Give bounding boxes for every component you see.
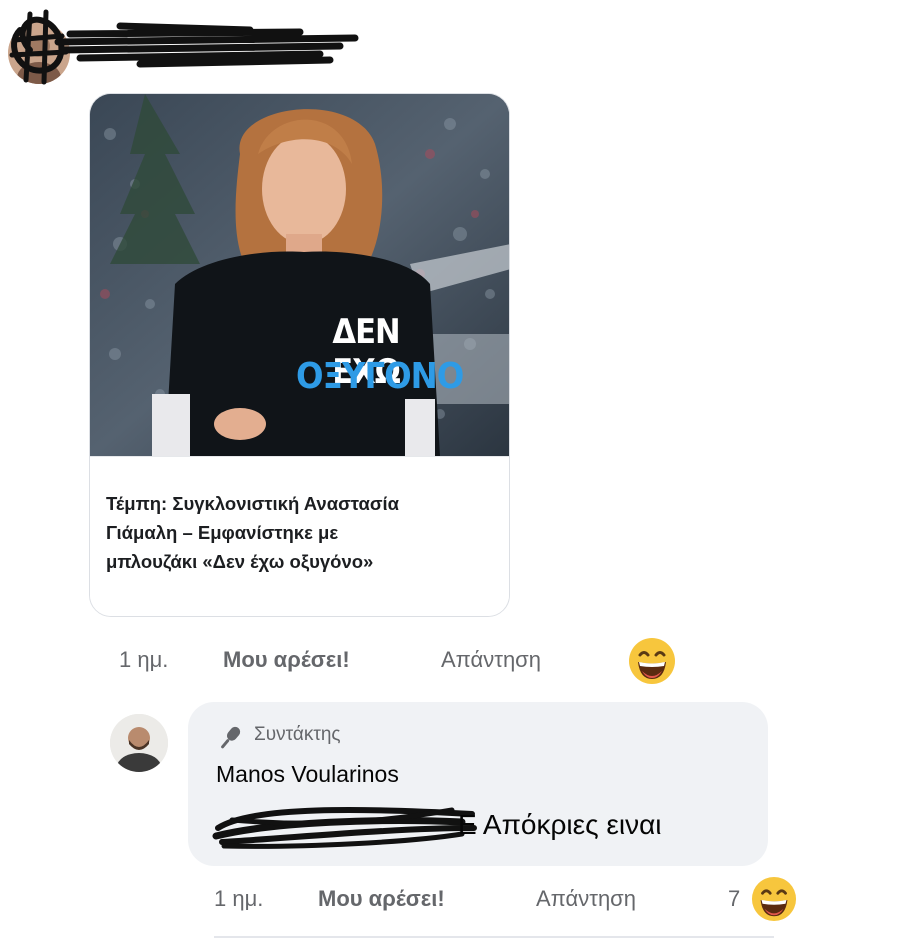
laughing-emoji-icon[interactable] [628, 637, 676, 685]
reply-button[interactable]: Απάντηση [536, 879, 636, 919]
reply-button[interactable]: Απάντηση [441, 640, 541, 680]
microphone-icon [221, 726, 241, 749]
badge-label: Συντάκτης [254, 724, 341, 745]
link-preview-card[interactable]: ΔΕΝ ΕΧΩ ΟΞΥΓΟΝΟ Τέμπη: Συγκλονιστική Ανα… [89, 93, 510, 617]
comment-actions: 1 ημ. Μου αρέσει! Απάντηση [119, 640, 679, 680]
link-card-body[interactable]: Τέμπη: Συγκλονιστική Αναστασία Γιάμαλη –… [90, 456, 509, 616]
reply-comment-bubble: Συντάκτης Manos Voularinos Ε Απόκριες ει… [188, 702, 768, 866]
article-title-line-1: Τέμπη: Συγκλονιστική Αναστασία [106, 493, 400, 514]
article-title-line-2: Γιάμαλη – Εμφανίστηκε με [106, 522, 339, 543]
like-button[interactable]: Μου αρέσει! [223, 640, 350, 680]
reply-timestamp[interactable]: 1 ημ. [214, 879, 263, 919]
shirt-text-line-2: ΟΞΥΓΟΝΟ [296, 356, 464, 397]
article-image: ΔΕΝ ΕΧΩ ΟΞΥΓΟΝΟ [90, 94, 509, 456]
reply-text: Ε Απόκριες ειναι [458, 809, 662, 840]
divider [214, 936, 774, 938]
redaction-scribble [212, 807, 477, 849]
reaction-count[interactable]: 7 [728, 879, 740, 919]
commenter-avatar[interactable] [8, 22, 70, 84]
like-button[interactable]: Μου αρέσει! [318, 879, 445, 919]
author-name[interactable]: Manos Voularinos [216, 761, 399, 788]
reply-actions: 1 ημ. Μου αρέσει! Απάντηση 7 [214, 879, 774, 919]
author-avatar[interactable] [110, 714, 168, 772]
article-title[interactable]: Τέμπη: Συγκλονιστική Αναστασία Γιάμαλη –… [106, 489, 501, 576]
laughing-emoji-icon[interactable] [751, 876, 797, 922]
comment-timestamp[interactable]: 1 ημ. [119, 640, 168, 680]
article-title-line-3: μπλουζάκι «Δεν έχω οξυγόνο» [106, 551, 374, 572]
